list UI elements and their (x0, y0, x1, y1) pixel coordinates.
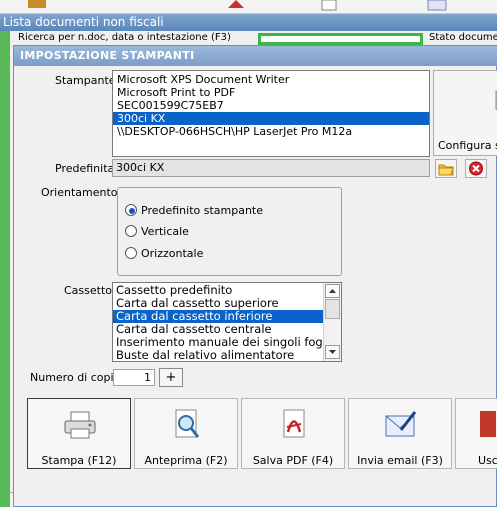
background-toolbar (0, 0, 497, 14)
preview-label: Anteprima (F2) (144, 454, 228, 467)
printer-item-selected[interactable]: 300ci KX (113, 112, 429, 125)
scroll-down-button[interactable] (325, 345, 340, 359)
send-email-label: Invia email (F3) (357, 454, 443, 467)
exit-button[interactable]: Usci (455, 398, 497, 469)
printer-label: Stampante (55, 74, 116, 87)
print-button[interactable]: Stampa (F12) (27, 398, 131, 469)
exit-icon (480, 411, 496, 437)
configure-printer-label: Configura st (438, 139, 497, 152)
printer-item[interactable]: \\DESKTOP-066HSCH\HP LaserJet Pro M12a (113, 125, 429, 138)
orientation-radio[interactable] (125, 225, 137, 237)
email-icon (385, 411, 417, 437)
orientation-option[interactable]: Verticale (141, 225, 189, 238)
printer-icon (64, 411, 96, 439)
printer-item[interactable]: SEC001599C75EB7 (113, 99, 429, 112)
preview-button[interactable]: Anteprima (F2) (134, 398, 238, 469)
printer-settings-icon (495, 90, 497, 111)
tray-item[interactable]: Buste dal relativo alimentatore (113, 349, 341, 362)
orientation-label: Orientamento (41, 186, 118, 199)
print-label: Stampa (F12) (41, 454, 117, 467)
copies-increment-button[interactable]: + (159, 368, 183, 387)
toolbar-icons (28, 0, 447, 11)
pdf-icon (283, 409, 305, 438)
orientation-radio-selected[interactable] (125, 204, 137, 216)
delete-icon (469, 161, 483, 176)
scroll-thumb[interactable] (325, 299, 340, 319)
default-printer-field: 300ci KX (112, 159, 430, 177)
orientation-radio[interactable] (125, 247, 137, 259)
save-pdf-label: Salva PDF (F4) (252, 454, 334, 467)
copies-label: Numero di copie (30, 371, 121, 384)
tray-list[interactable]: Cassetto predefinito Carta dal cassetto … (112, 282, 342, 362)
dialog-title: IMPOSTAZIONE STAMPANTI (14, 46, 497, 66)
background-search-label: Ricerca per n.doc, data o intestazione (… (18, 32, 231, 43)
arrow-down-icon (329, 350, 336, 354)
background-left-strip (0, 31, 10, 507)
printer-item[interactable]: Microsoft Print to PDF (113, 86, 429, 99)
clear-default-button[interactable] (465, 159, 487, 178)
orientation-option[interactable]: Predefinito stampante (141, 204, 263, 217)
magnifier-icon (175, 409, 200, 438)
tray-label: Cassetto (64, 284, 113, 297)
background-window-title: Lista documenti non fiscali (0, 14, 497, 31)
background-search-input[interactable] (258, 33, 423, 45)
printer-list[interactable]: Microsoft XPS Document Writer Microsoft … (112, 70, 430, 157)
folder-icon (438, 164, 454, 176)
default-printer-label: Predefinita (55, 162, 115, 175)
send-email-button[interactable]: Invia email (F3) (348, 398, 452, 469)
background-status-label: Stato docume (429, 32, 497, 43)
printer-item[interactable]: Microsoft XPS Document Writer (113, 73, 429, 86)
save-pdf-button[interactable]: Salva PDF (F4) (241, 398, 345, 469)
orientation-option[interactable]: Orizzontale (141, 247, 203, 260)
copies-input[interactable]: 1 (113, 369, 155, 386)
set-default-button[interactable] (435, 159, 457, 178)
arrow-up-icon (329, 289, 336, 293)
scroll-up-button[interactable] (325, 284, 340, 298)
tray-scrollbar[interactable] (323, 283, 341, 361)
exit-label: Usci (478, 454, 497, 467)
